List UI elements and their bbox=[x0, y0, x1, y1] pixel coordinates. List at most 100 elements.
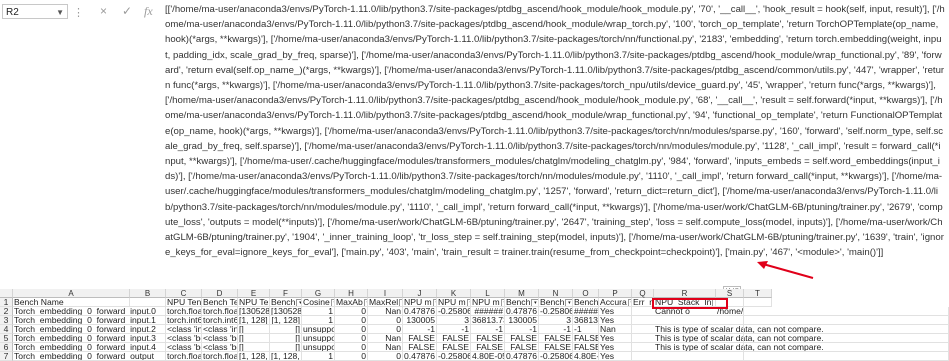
table-cell[interactable]: unsupport bbox=[302, 325, 335, 334]
header-cell-p[interactable]: Accura▾ bbox=[599, 298, 632, 307]
table-cell[interactable]: FALSE bbox=[437, 334, 471, 343]
table-cell[interactable]: -1 bbox=[539, 325, 573, 334]
table-cell[interactable] bbox=[632, 325, 949, 334]
header-cell-l[interactable]: NPU m▾ bbox=[471, 298, 505, 307]
table-cell[interactable]: 0 bbox=[368, 352, 403, 361]
table-cell[interactable]: FALSE bbox=[471, 334, 505, 343]
chevron-down-icon[interactable]: ▼ bbox=[56, 5, 64, 20]
table-cell[interactable]: [] bbox=[270, 343, 302, 352]
table-cell[interactable]: <class 'bool'> bbox=[202, 334, 238, 343]
table-cell[interactable]: 1 bbox=[302, 307, 335, 316]
header-cell-d[interactable]: Bench Tensor▾ bbox=[202, 298, 238, 307]
table-cell[interactable]: Torch_embedding_0_forward_output bbox=[13, 352, 166, 361]
column-header-p[interactable]: P bbox=[599, 289, 632, 298]
header-cell-i[interactable]: MaxRel▾ bbox=[368, 298, 403, 307]
column-header-b[interactable]: B bbox=[130, 289, 166, 298]
table-cell[interactable]: [] bbox=[238, 334, 270, 343]
table-cell[interactable]: 4.80E-05 bbox=[471, 352, 505, 361]
table-cell[interactable]: 36813.73 bbox=[573, 316, 599, 325]
column-header-c[interactable]: C bbox=[166, 289, 202, 298]
header-cell-k[interactable]: NPU m▾ bbox=[437, 298, 471, 307]
header-cell-o[interactable]: Bench▾ bbox=[573, 298, 599, 307]
table-cell[interactable]: Yes bbox=[599, 316, 632, 325]
table-cell[interactable]: ###### bbox=[573, 307, 599, 316]
table-cell[interactable]: 1 bbox=[302, 352, 335, 361]
header-cell-q[interactable]: Err_me▾ bbox=[632, 298, 654, 307]
table-cell[interactable]: torch.float16 bbox=[166, 352, 202, 361]
row-header[interactable]: 7 bbox=[0, 352, 13, 361]
close-icon[interactable]: × bbox=[100, 4, 107, 18]
header-cell-j[interactable]: NPU m▾ bbox=[403, 298, 437, 307]
table-cell[interactable]: FALSE bbox=[403, 343, 437, 352]
table-cell[interactable]: [1, 128] bbox=[270, 316, 302, 325]
column-header-j[interactable]: J bbox=[403, 289, 437, 298]
formula-input[interactable]: [['/home/ma-user/anaconda3/envs/PyTorch-… bbox=[165, 2, 945, 286]
column-header-r[interactable]: R bbox=[654, 289, 716, 298]
table-cell[interactable]: torch.float16 bbox=[202, 352, 238, 361]
table-cell[interactable]: [] bbox=[270, 334, 302, 343]
header-cell-b[interactable] bbox=[130, 298, 166, 307]
table-cell[interactable]: -1 bbox=[471, 325, 505, 334]
table-cell[interactable]: torch.int64 bbox=[202, 316, 238, 325]
table-cell[interactable]: 0 bbox=[335, 316, 368, 325]
table-cell[interactable]: [] bbox=[238, 343, 270, 352]
table-cell[interactable]: [130528, 4 bbox=[270, 307, 302, 316]
table-cell[interactable]: Torch_embedding_0_forward_input.2 bbox=[13, 325, 166, 334]
table-cell[interactable]: Nan bbox=[599, 325, 632, 334]
table-cell[interactable]: <class 'int'> bbox=[166, 325, 202, 334]
table-cell[interactable] bbox=[632, 307, 949, 316]
table-cell[interactable]: 0 bbox=[335, 325, 368, 334]
table-cell[interactable]: 0.47876 bbox=[505, 307, 539, 316]
table-cell[interactable]: unsupport bbox=[302, 334, 335, 343]
column-header-q[interactable]: Q bbox=[632, 289, 654, 298]
table-cell[interactable]: FALSE bbox=[471, 343, 505, 352]
table-cell[interactable]: torch.float16 bbox=[202, 307, 238, 316]
table-cell[interactable]: FALSE bbox=[539, 334, 573, 343]
table-cell[interactable]: 0.47876 bbox=[505, 352, 539, 361]
table-cell[interactable]: [] bbox=[238, 325, 270, 334]
table-cell[interactable]: 3 bbox=[539, 316, 573, 325]
table-cell[interactable]: Yes bbox=[599, 343, 632, 352]
table-cell[interactable]: 0 bbox=[335, 334, 368, 343]
table-cell[interactable]: -0.25806 bbox=[539, 352, 573, 361]
filter-dropdown-icon[interactable]: ▾ bbox=[531, 298, 538, 306]
column-header-l[interactable]: L bbox=[471, 289, 505, 298]
table-cell[interactable] bbox=[632, 316, 949, 325]
table-cell[interactable]: [130528, 4 bbox=[238, 307, 270, 316]
header-cell-g[interactable]: Cosine▾ bbox=[302, 298, 335, 307]
table-cell[interactable]: 4.80E-05 bbox=[573, 352, 599, 361]
header-cell-h[interactable]: MaxAb▾ bbox=[335, 298, 368, 307]
name-box[interactable]: R2 ▼ bbox=[2, 4, 68, 19]
table-cell[interactable]: Yes bbox=[599, 334, 632, 343]
table-cell[interactable]: -0.25806 bbox=[437, 307, 471, 316]
table-cell[interactable] bbox=[632, 343, 949, 352]
table-cell[interactable]: [1, 128] bbox=[238, 316, 270, 325]
row-header[interactable]: 1 bbox=[0, 298, 13, 307]
table-cell[interactable]: 0.47876 bbox=[403, 307, 437, 316]
table-cell[interactable]: 0 bbox=[368, 325, 403, 334]
table-cell[interactable]: 0 bbox=[335, 307, 368, 316]
table-cell[interactable]: Torch_embedding_0_forward_input.0 bbox=[13, 307, 166, 316]
row-header[interactable]: 2 bbox=[0, 307, 13, 316]
table-cell[interactable]: Nan bbox=[368, 334, 403, 343]
table-cell[interactable]: -1 bbox=[505, 325, 539, 334]
row-header[interactable]: 4 bbox=[0, 325, 13, 334]
table-cell[interactable]: 130005 bbox=[403, 316, 437, 325]
header-cell-f[interactable]: Bench ▾ bbox=[270, 298, 302, 307]
table-cell[interactable]: Torch_embedding_0_forward_input.3 bbox=[13, 334, 166, 343]
table-cell[interactable]: unsupport bbox=[302, 343, 335, 352]
column-header-n[interactable]: N bbox=[539, 289, 573, 298]
table-cell[interactable]: <class 'int'> bbox=[202, 325, 238, 334]
header-cell-m[interactable]: Bench ▾ bbox=[505, 298, 539, 307]
table-cell[interactable]: 0 bbox=[335, 352, 368, 361]
table-cell[interactable]: Yes bbox=[599, 352, 632, 361]
header-cell-e[interactable]: NPU Te▾ bbox=[238, 298, 270, 307]
table-cell[interactable]: 3 bbox=[437, 316, 471, 325]
table-cell[interactable] bbox=[632, 334, 949, 343]
table-cell[interactable]: -1 bbox=[573, 325, 599, 334]
filter-dropdown-icon[interactable]: ▾ bbox=[565, 298, 572, 306]
header-cell-a[interactable]: Bench Name bbox=[13, 298, 130, 307]
table-cell[interactable]: FALSE bbox=[403, 334, 437, 343]
table-cell[interactable]: [1, 128, 40 bbox=[270, 352, 302, 361]
header-cell-t[interactable] bbox=[744, 298, 772, 307]
